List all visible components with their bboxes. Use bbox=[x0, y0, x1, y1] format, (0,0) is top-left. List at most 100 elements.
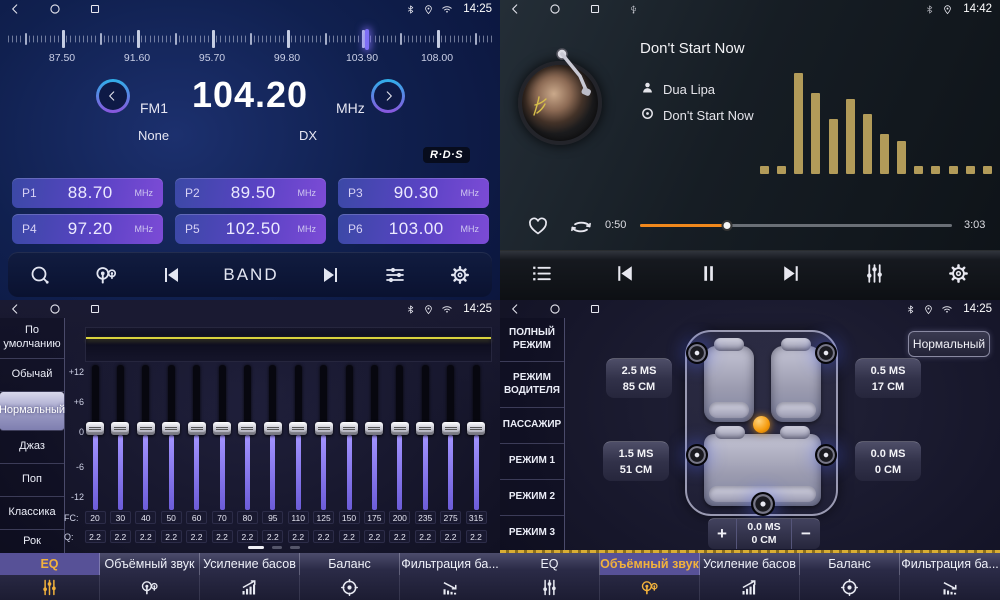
tab-balance[interactable]: Баланс bbox=[300, 553, 400, 600]
recents-icon[interactable] bbox=[88, 302, 102, 316]
back-icon[interactable] bbox=[8, 2, 22, 16]
eq-slider-thumb[interactable] bbox=[340, 422, 358, 435]
band-button[interactable]: BAND bbox=[223, 265, 278, 285]
preset-button-5[interactable]: P5102.50MHz bbox=[175, 214, 326, 244]
tab-surround[interactable]: Объёмный звук bbox=[100, 553, 200, 600]
favorite-heart-icon[interactable] bbox=[526, 214, 550, 243]
eq-slider-thumb[interactable] bbox=[86, 422, 104, 435]
recents-icon[interactable] bbox=[88, 2, 102, 16]
eq-band-slider[interactable] bbox=[439, 365, 463, 510]
tab-surround[interactable]: Объёмный звук bbox=[600, 553, 700, 600]
front-right-delay-plate[interactable]: 0.5 MS 17 CM bbox=[855, 358, 921, 398]
rear-right-delay-plate[interactable]: 0.0 MS 0 CM bbox=[855, 441, 921, 481]
mode-2[interactable]: РЕЖИМ 2 bbox=[500, 480, 564, 516]
home-icon[interactable] bbox=[48, 302, 62, 316]
eq-slider-thumb[interactable] bbox=[289, 422, 307, 435]
mode-driver[interactable]: РЕЖИМ ВОДИТЕЛЯ bbox=[500, 362, 564, 408]
home-icon[interactable] bbox=[548, 302, 562, 316]
eq-slider-thumb[interactable] bbox=[162, 422, 180, 435]
eq-preset-rock[interactable]: Рок bbox=[0, 530, 64, 553]
back-icon[interactable] bbox=[508, 2, 522, 16]
eq-slider-thumb[interactable] bbox=[467, 422, 485, 435]
eq-band-slider[interactable] bbox=[83, 365, 107, 510]
front-left-delay-plate[interactable]: 2.5 MS 85 CM bbox=[606, 358, 672, 398]
next-track-icon[interactable] bbox=[779, 261, 804, 291]
back-icon[interactable] bbox=[8, 302, 22, 316]
tab-filtering[interactable]: Фильтрация ба... bbox=[400, 553, 500, 600]
settings-gear-icon[interactable] bbox=[946, 261, 971, 291]
eq-band-slider[interactable] bbox=[159, 365, 183, 510]
eq-band-slider[interactable] bbox=[312, 365, 336, 510]
mode-3[interactable]: РЕЖИМ 3 bbox=[500, 516, 564, 551]
tune-down-button[interactable] bbox=[96, 79, 130, 113]
seek-next-icon[interactable] bbox=[319, 263, 343, 287]
home-icon[interactable] bbox=[548, 2, 562, 16]
eq-preset-pop[interactable]: Поп bbox=[0, 464, 64, 497]
tab-bass-boost[interactable]: Усиление басов bbox=[200, 553, 300, 600]
delay-increase-button[interactable]: + bbox=[708, 519, 736, 549]
eq-slider-thumb[interactable] bbox=[264, 422, 282, 435]
eq-band-slider[interactable] bbox=[464, 365, 488, 510]
tune-up-button[interactable] bbox=[371, 79, 405, 113]
pause-icon[interactable] bbox=[696, 261, 721, 291]
preset-button-6[interactable]: P6103.00MHz bbox=[338, 214, 489, 244]
sound-profile-button[interactable]: Нормальный bbox=[908, 331, 990, 357]
equalizer-icon[interactable] bbox=[862, 261, 887, 291]
tab-filtering[interactable]: Фильтрация ба... bbox=[900, 553, 1000, 600]
home-icon[interactable] bbox=[48, 2, 62, 16]
playlist-icon[interactable] bbox=[529, 261, 554, 291]
recents-icon[interactable] bbox=[588, 302, 602, 316]
eq-slider-thumb[interactable] bbox=[416, 422, 434, 435]
eq-band-slider[interactable] bbox=[261, 365, 285, 510]
back-icon[interactable] bbox=[508, 302, 522, 316]
eq-preset-normal[interactable]: Нормальный bbox=[0, 392, 64, 431]
eq-preset-custom[interactable]: Обычай bbox=[0, 359, 64, 392]
rear-left-delay-plate[interactable]: 1.5 MS 51 CM bbox=[603, 441, 669, 481]
delay-decrease-button[interactable]: − bbox=[792, 519, 820, 549]
eq-band-slider[interactable] bbox=[134, 365, 158, 510]
preset-button-1[interactable]: P188.70MHz bbox=[12, 178, 163, 208]
eq-slider-thumb[interactable] bbox=[365, 422, 383, 435]
eq-band-slider[interactable] bbox=[286, 365, 310, 510]
tab-bass-boost[interactable]: Усиление басов bbox=[700, 553, 800, 600]
preset-button-2[interactable]: P289.50MHz bbox=[175, 178, 326, 208]
equalizer-icon[interactable] bbox=[383, 263, 407, 287]
seek-bar-thumb[interactable] bbox=[722, 220, 733, 231]
eq-slider-thumb[interactable] bbox=[111, 422, 129, 435]
mode-passenger[interactable]: ПАССАЖИР bbox=[500, 408, 564, 444]
preset-button-4[interactable]: P497.20MHz bbox=[12, 214, 163, 244]
eq-slider-thumb[interactable] bbox=[188, 422, 206, 435]
eq-band-slider[interactable] bbox=[362, 365, 386, 510]
eq-slider-thumb[interactable] bbox=[137, 422, 155, 435]
eq-slider-thumb[interactable] bbox=[315, 422, 333, 435]
eq-band-slider[interactable] bbox=[413, 365, 437, 510]
eq-band-slider[interactable] bbox=[185, 365, 209, 510]
mode-1[interactable]: РЕЖИМ 1 bbox=[500, 444, 564, 480]
eq-band-slider[interactable] bbox=[235, 365, 259, 510]
eq-preset-jazz[interactable]: Джаз bbox=[0, 431, 64, 464]
mode-full[interactable]: ПОЛНЫЙ РЕЖИМ bbox=[500, 318, 564, 362]
tab-balance[interactable]: Баланс bbox=[800, 553, 900, 600]
eq-slider-thumb[interactable] bbox=[213, 422, 231, 435]
eq-slider-thumb[interactable] bbox=[238, 422, 256, 435]
recents-icon[interactable] bbox=[588, 2, 602, 16]
eq-preset-classic[interactable]: Классика bbox=[0, 497, 64, 530]
frequency-scale[interactable] bbox=[0, 28, 500, 50]
preset-button-3[interactable]: P390.30MHz bbox=[338, 178, 489, 208]
listening-position-dot[interactable] bbox=[753, 416, 770, 433]
eq-band-slider[interactable] bbox=[210, 365, 234, 510]
broadcast-dx-icon[interactable] bbox=[93, 262, 119, 288]
repeat-icon[interactable] bbox=[568, 214, 594, 245]
previous-track-icon[interactable] bbox=[612, 261, 637, 291]
search-icon[interactable] bbox=[28, 263, 52, 287]
seek-bar[interactable] bbox=[640, 224, 952, 227]
seek-previous-icon[interactable] bbox=[159, 263, 183, 287]
eq-band-slider[interactable] bbox=[388, 365, 412, 510]
tab-eq[interactable]: EQ bbox=[500, 553, 600, 600]
eq-preset-default[interactable]: По умолчанию bbox=[0, 318, 64, 359]
eq-band-slider[interactable] bbox=[337, 365, 361, 510]
eq-slider-thumb[interactable] bbox=[442, 422, 460, 435]
eq-slider-thumb[interactable] bbox=[391, 422, 409, 435]
settings-gear-icon[interactable] bbox=[448, 263, 472, 287]
tab-eq[interactable]: EQ bbox=[0, 553, 100, 600]
